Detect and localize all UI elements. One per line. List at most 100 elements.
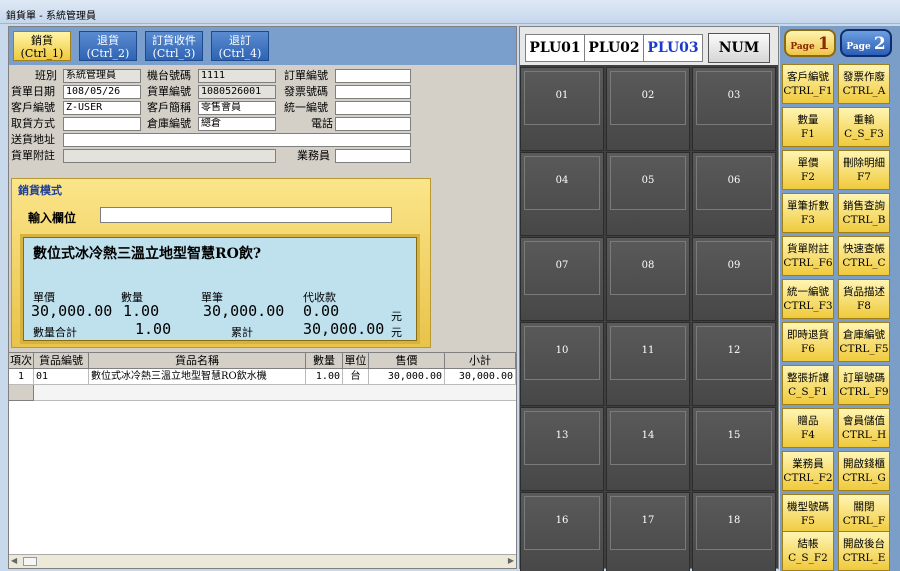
pickup-field[interactable] (63, 117, 141, 131)
slip-no-field[interactable]: 1080526001 (198, 85, 276, 99)
fkey-line-discount[interactable]: 單筆折數 F3 (782, 193, 834, 233)
fkey-customer-no[interactable]: 客戶編號 CTRL_F1 (782, 64, 834, 104)
col-header-subtotal[interactable]: 小計 (445, 353, 516, 369)
fkey-order-no[interactable]: 訂單號碼 CTRL_F9 (838, 365, 890, 405)
fkey-tax-id[interactable]: 統一編號 CTRL_F3 (782, 279, 834, 319)
plu-button[interactable]: 11 (606, 322, 690, 406)
plu-button-label: 04 (555, 175, 569, 186)
fkey-label: 單筆折數 (787, 200, 829, 212)
tab-label: 銷貨 (31, 34, 53, 47)
order-no-field[interactable] (335, 69, 411, 83)
fkey-total-allowance[interactable]: 整張折讓 C_S_F1 (782, 365, 834, 405)
fkey-salesperson[interactable]: 業務員 CTRL_F2 (782, 451, 834, 491)
fkey-sales-query[interactable]: 銷售查詢 CTRL_B (838, 193, 890, 233)
horizontal-scrollbar[interactable]: ◀ ▶ (9, 554, 516, 568)
col-header-unit[interactable]: 單位 (343, 353, 369, 369)
fkey-model-no[interactable]: 機型號碼 F5 (782, 494, 834, 534)
plu-button[interactable]: 09 (692, 237, 776, 321)
plu-button[interactable]: 13 (520, 407, 604, 491)
note-field[interactable] (63, 149, 276, 163)
table-cell[interactable]: 1 (9, 369, 34, 385)
col-header-item-name[interactable]: 貨品名稱 (89, 353, 306, 369)
fkey-slip-note[interactable]: 貨單附註 CTRL_F6 (782, 236, 834, 276)
tab-return[interactable]: 退貨 (Ctrl_2) (79, 31, 137, 61)
scroll-left-icon[interactable]: ◀ (11, 556, 17, 565)
fkey-reenter[interactable]: 重輸 C_S_F3 (838, 107, 890, 147)
fkey-delete-line[interactable]: 刪除明細 F7 (838, 150, 890, 190)
plu-button[interactable]: 17 (606, 492, 690, 571)
invoice-field[interactable] (335, 85, 411, 99)
plu-button[interactable]: 07 (520, 237, 604, 321)
plu-button[interactable]: 03 (692, 67, 776, 151)
shift-field[interactable]: 系統管理員 (63, 69, 141, 83)
tab-order-receive[interactable]: 訂貨收件 (Ctrl_3) (145, 31, 203, 61)
fkey-quick-account[interactable]: 快速查帳 CTRL_C (838, 236, 890, 276)
salesperson-field[interactable] (335, 149, 411, 163)
fkey-quantity[interactable]: 數量 F1 (782, 107, 834, 147)
plu-button[interactable]: 06 (692, 152, 776, 236)
fkey-member-topup[interactable]: 會員儲值 CTRL_H (838, 408, 890, 448)
plu-button[interactable]: 08 (606, 237, 690, 321)
scroll-right-icon[interactable]: ▶ (508, 556, 514, 565)
table-cell[interactable]: 01 (34, 369, 89, 385)
num-button[interactable]: NUM (708, 33, 770, 63)
sales-form-panel: 銷貨 (Ctrl_1) 退貨 (Ctrl_2) 訂貨收件 (Ctrl_3) 退訂… (8, 26, 517, 569)
date-field[interactable]: 108/05/26 (63, 85, 141, 99)
col-header-item-no[interactable]: 貨品編號 (34, 353, 89, 369)
plu-button[interactable]: 04 (520, 152, 604, 236)
col-header-price[interactable]: 售價 (369, 353, 445, 369)
plu-button-label: 08 (641, 260, 655, 271)
customer-name-field[interactable]: 零售會員 (198, 101, 276, 115)
table-cell[interactable]: 1.00 (306, 369, 343, 385)
plu-tab-02[interactable]: PLU02 (584, 34, 644, 62)
tab-shortcut: (Ctrl_1) (20, 47, 64, 60)
col-header-line[interactable]: 項次 (9, 353, 34, 369)
plu-button[interactable]: 02 (606, 67, 690, 151)
machine-field[interactable]: 1111 (198, 69, 276, 83)
plu-button[interactable]: 14 (606, 407, 690, 491)
plu-button[interactable]: 10 (520, 322, 604, 406)
fkey-open-backend[interactable]: 開啟後台 CTRL_E (838, 531, 890, 571)
fkey-gift[interactable]: 贈品 F4 (782, 408, 834, 448)
plu-button[interactable]: 16 (520, 492, 604, 571)
fkey-void-invoice[interactable]: 發票作廢 CTRL_A (838, 64, 890, 104)
plu-button[interactable]: 12 (692, 322, 776, 406)
scroll-thumb[interactable] (23, 557, 37, 566)
fkey-close[interactable]: 關閉 CTRL_F (838, 494, 890, 534)
table-cell[interactable]: 台 (343, 369, 369, 385)
col-header-qty[interactable]: 數量 (306, 353, 343, 369)
page-2-button[interactable]: Page 2 (840, 29, 892, 57)
plu-button[interactable]: 15 (692, 407, 776, 491)
plu-tab-01[interactable]: PLU01 (525, 34, 585, 62)
fkey-instant-return[interactable]: 即時退貨 F6 (782, 322, 834, 362)
plu-tab-03[interactable]: PLU03 (643, 34, 703, 62)
new-row-indicator[interactable] (9, 385, 34, 401)
customer-no-field[interactable]: Z-USER (63, 101, 141, 115)
tax-id-field[interactable] (335, 101, 411, 115)
table-cell[interactable]: 數位式冰冷熱三溫立地型智慧RO飲水機 (89, 369, 306, 385)
phone-field[interactable] (335, 117, 411, 131)
fkey-label: 業務員 (792, 458, 824, 470)
fkey-open-drawer[interactable]: 開啟錢櫃 CTRL_G (838, 451, 890, 491)
warehouse-field[interactable]: 總倉 (198, 117, 276, 131)
fkey-warehouse[interactable]: 倉庫編號 CTRL_F5 (838, 322, 890, 362)
new-row[interactable] (34, 385, 516, 401)
scan-input[interactable] (100, 207, 392, 223)
table-cell[interactable]: 30,000.00 (369, 369, 445, 385)
plu-button[interactable]: 01 (520, 67, 604, 151)
tab-sales[interactable]: 銷貨 (Ctrl_1) (13, 31, 71, 61)
plu-button-label: 14 (641, 430, 655, 441)
item-grid[interactable]: 項次 貨品編號 貨品名稱 數量 單位 售價 小計 1 01 數位式冰冷熱三溫立地… (9, 352, 516, 554)
fkey-unit-price[interactable]: 單價 F2 (782, 150, 834, 190)
table-cell[interactable]: 30,000.00 (445, 369, 516, 385)
plu-button[interactable]: 05 (606, 152, 690, 236)
fkey-label: 數量 (797, 114, 819, 126)
fkey-item-description[interactable]: 貨品描述 F8 (838, 279, 890, 319)
tab-cancel-order[interactable]: 退訂 (Ctrl_4) (211, 31, 269, 61)
plu-button[interactable]: 18 (692, 492, 776, 571)
address-field[interactable] (63, 133, 411, 147)
fkey-shortcut: CTRL_F2 (783, 472, 833, 484)
fkey-shortcut: F6 (801, 343, 815, 355)
page-1-button[interactable]: Page 1 (784, 29, 836, 57)
fkey-checkout[interactable]: 結帳 C_S_F2 (782, 531, 834, 571)
